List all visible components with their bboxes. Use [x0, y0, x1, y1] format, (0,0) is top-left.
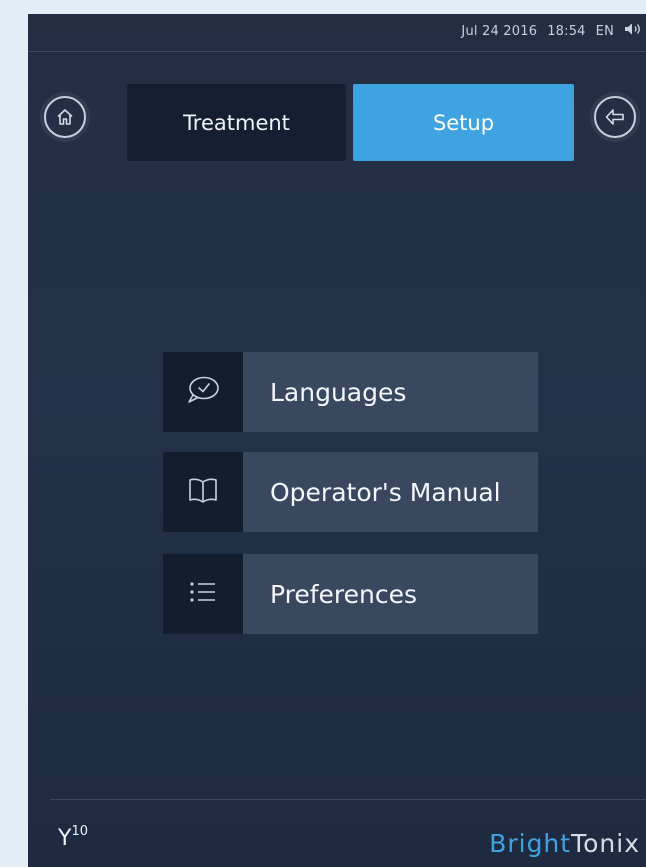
status-language[interactable]: EN [596, 24, 614, 39]
speech-bubble-check-icon [185, 375, 221, 409]
status-time: 18:54 [547, 23, 586, 39]
menu-icon-box [163, 452, 243, 532]
bottom-divider [50, 799, 646, 800]
menu-item-label: Operator's Manual [243, 452, 538, 532]
tab-setup[interactable]: Setup [353, 84, 574, 161]
menu-item-preferences[interactable]: Preferences [163, 554, 538, 634]
tab-treatment[interactable]: Treatment [127, 84, 346, 161]
brand-name-part2: Tonix [571, 829, 640, 858]
device-screen: Jul 24 2016 18:54 EN Treatment Setup Lan… [28, 14, 646, 867]
book-icon [187, 476, 219, 508]
menu-item-label: Preferences [243, 554, 538, 634]
status-bar: Jul 24 2016 18:54 EN [461, 14, 646, 48]
home-button[interactable] [44, 96, 86, 138]
menu-item-languages[interactable]: Languages [163, 352, 538, 432]
speaker-icon[interactable] [624, 22, 642, 40]
back-arrow-icon [604, 107, 626, 127]
menu-item-label: Languages [243, 352, 538, 432]
home-icon [55, 107, 75, 127]
model-number: 10 [71, 824, 88, 839]
model-prefix: Y [58, 826, 72, 851]
model-logo: Y10 [58, 824, 88, 851]
top-divider [28, 51, 646, 52]
brand-name-part1: Bright [489, 829, 572, 858]
menu-item-operators-manual[interactable]: Operator's Manual [163, 452, 538, 532]
back-button[interactable] [594, 96, 636, 138]
menu-icon-box [163, 554, 243, 634]
list-icon [188, 580, 218, 608]
menu-icon-box [163, 352, 243, 432]
brand-logo: BrightTonix [489, 829, 640, 858]
status-date: Jul 24 2016 [461, 23, 538, 39]
